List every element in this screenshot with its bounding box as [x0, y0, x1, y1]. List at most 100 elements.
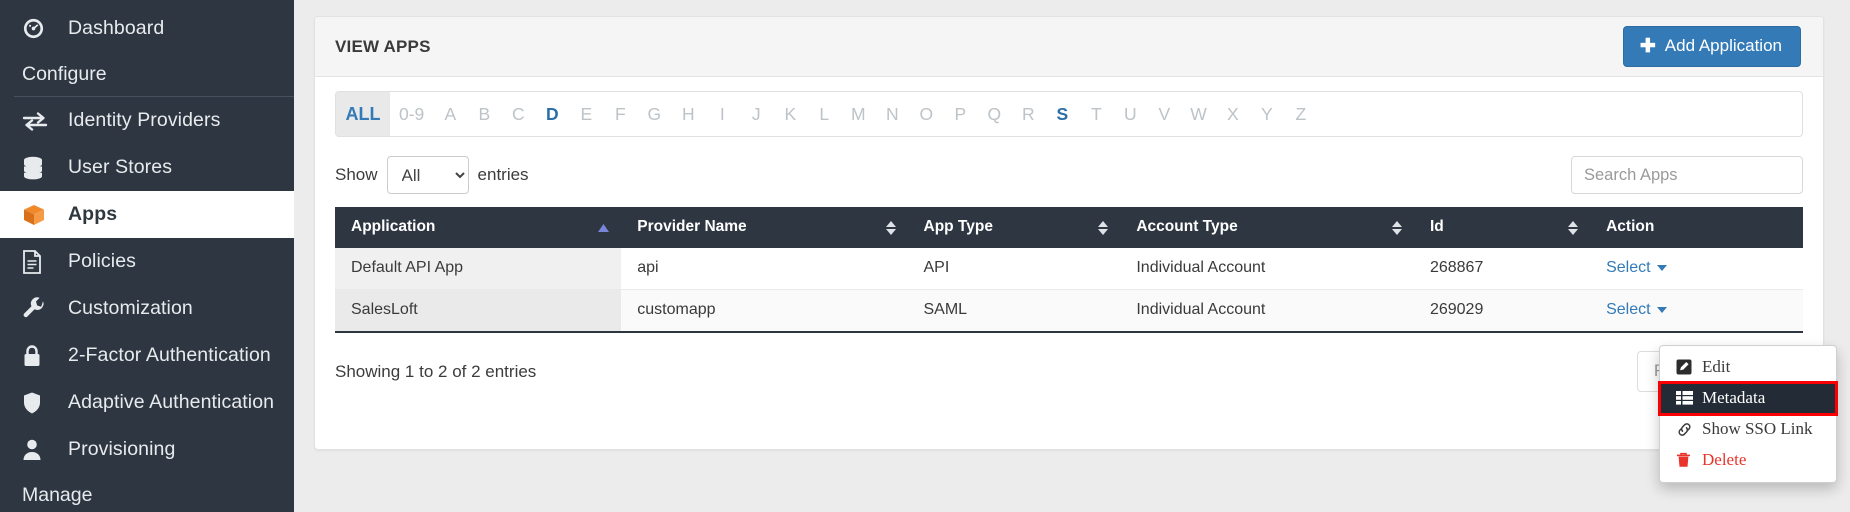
- alpha-filter-c[interactable]: C: [501, 92, 535, 136]
- alpha-filter-l[interactable]: L: [807, 92, 841, 136]
- page-size-select[interactable]: All: [386, 156, 469, 194]
- chevron-down-icon: [1656, 265, 1667, 271]
- alpha-filter-i[interactable]: I: [705, 92, 739, 136]
- dropdown-item-label: Edit: [1702, 357, 1731, 376]
- alpha-filter-o[interactable]: O: [909, 92, 943, 136]
- apps-table: Application Provider Name App Type Accou…: [335, 207, 1803, 333]
- document-icon: [22, 249, 56, 274]
- dropdown-item-delete[interactable]: Delete: [1660, 445, 1836, 476]
- row-select-dropdown-toggle[interactable]: Select: [1606, 301, 1667, 319]
- pencil-square-icon: [1676, 359, 1695, 375]
- user-icon: [22, 438, 56, 462]
- column-label: Account Type: [1136, 218, 1238, 235]
- table-controls: Show All entries: [335, 155, 1803, 195]
- entries-label: entries: [477, 165, 529, 184]
- sidebar-item-label: Identity Providers: [68, 109, 221, 131]
- alpha-filter-r[interactable]: R: [1011, 92, 1045, 136]
- sidebar-item-2-factor-authentication[interactable]: 2-Factor Authentication: [0, 332, 294, 379]
- alpha-filter-0-9[interactable]: 0-9: [390, 92, 433, 136]
- sort-both-icon: [1098, 220, 1109, 235]
- dropdown-item-label: Show SSO Link: [1702, 419, 1813, 438]
- sidebar-item-provisioning[interactable]: Provisioning: [0, 426, 294, 473]
- alpha-filter-p[interactable]: P: [943, 92, 977, 136]
- column-header-account-type[interactable]: Account Type: [1120, 207, 1414, 248]
- column-header-provider-name[interactable]: Provider Name: [621, 207, 908, 248]
- sidebar-section-manage: Manage: [0, 473, 294, 512]
- view-apps-card: VIEW APPS ✚ Add Application ALL 0-9 A B …: [314, 16, 1824, 450]
- card-header: VIEW APPS ✚ Add Application: [315, 17, 1823, 77]
- sidebar-item-identity-providers[interactable]: Identity Providers: [0, 97, 294, 144]
- entries-info: Showing 1 to 2 of 2 entries: [335, 361, 537, 381]
- link-icon: [1676, 422, 1695, 437]
- table-header-row: Application Provider Name App Type Accou…: [335, 207, 1803, 248]
- table-head: Application Provider Name App Type Accou…: [335, 207, 1803, 248]
- sidebar-item-user-stores[interactable]: User Stores: [0, 144, 294, 191]
- sidebar-section-label: Manage: [22, 483, 93, 506]
- add-application-label: Add Application: [1664, 36, 1782, 55]
- alpha-filter-all[interactable]: ALL: [336, 92, 390, 136]
- sort-ascending-icon: [598, 223, 610, 232]
- cell-id: 268867: [1413, 248, 1591, 290]
- cell-provider-name: customapp: [621, 289, 908, 333]
- alpha-filter-d[interactable]: D: [535, 92, 569, 136]
- table-row: SalesLoft customapp SAML Individual Acco…: [335, 289, 1803, 333]
- column-header-id[interactable]: Id: [1413, 207, 1591, 248]
- cell-action: Select: [1590, 289, 1803, 333]
- dropdown-item-show-sso-link[interactable]: Show SSO Link: [1660, 414, 1836, 445]
- column-header-app-type[interactable]: App Type: [907, 207, 1121, 248]
- cell-account-type: Individual Account: [1120, 289, 1414, 333]
- column-label: App Type: [923, 218, 993, 235]
- sidebar-section-configure: Configure: [0, 52, 294, 96]
- alpha-filter-k[interactable]: K: [773, 92, 807, 136]
- alpha-filter-v[interactable]: V: [1147, 92, 1181, 136]
- column-header-action: Action: [1590, 207, 1803, 248]
- sidebar-item-label: Adaptive Authentication: [68, 391, 275, 413]
- alpha-filter-n[interactable]: N: [875, 92, 909, 136]
- add-application-button[interactable]: ✚ Add Application: [1622, 26, 1801, 67]
- chevron-down-icon: [1656, 307, 1667, 313]
- sidebar-item-dashboard[interactable]: Dashboard: [0, 5, 294, 52]
- table-footer: Showing 1 to 2 of 2 entries First Previo…: [335, 351, 1803, 402]
- alpha-filter-a[interactable]: A: [433, 92, 467, 136]
- list-icon: [1676, 391, 1695, 405]
- alpha-filter-z[interactable]: Z: [1284, 92, 1318, 136]
- alpha-filter-b[interactable]: B: [467, 92, 501, 136]
- alpha-filter-h[interactable]: H: [671, 92, 705, 136]
- alpha-filter-x[interactable]: X: [1216, 92, 1250, 136]
- trash-icon: [1676, 452, 1695, 468]
- page-title: VIEW APPS: [335, 36, 431, 56]
- sidebar-item-policies[interactable]: Policies: [0, 238, 294, 285]
- alpha-filter-e[interactable]: E: [569, 92, 603, 136]
- row-select-dropdown-toggle[interactable]: Select: [1606, 259, 1667, 277]
- column-label: Action: [1606, 218, 1655, 235]
- sidebar-item-label: 2-Factor Authentication: [68, 344, 271, 366]
- cell-app-type: API: [907, 248, 1121, 290]
- sidebar-item-apps[interactable]: Apps: [0, 191, 294, 238]
- dropdown-item-edit[interactable]: Edit: [1660, 352, 1836, 383]
- search-input[interactable]: [1571, 156, 1803, 194]
- dropdown-item-metadata[interactable]: Metadata: [1658, 381, 1838, 416]
- alpha-filter-q[interactable]: Q: [977, 92, 1011, 136]
- alphabet-filter: ALL 0-9 A B C D E F G H I J K L M N O P …: [335, 91, 1803, 137]
- sidebar-item-adaptive-authentication[interactable]: Adaptive Authentication: [0, 379, 294, 426]
- cell-application: Default API App: [335, 248, 622, 290]
- database-icon: [22, 156, 56, 180]
- alpha-filter-g[interactable]: G: [637, 92, 671, 136]
- alpha-filter-y[interactable]: Y: [1250, 92, 1284, 136]
- alpha-filter-f[interactable]: F: [603, 92, 637, 136]
- alpha-filter-j[interactable]: J: [739, 92, 773, 136]
- gauge-icon: [22, 17, 56, 41]
- alpha-filter-s[interactable]: S: [1045, 92, 1079, 136]
- alpha-filter-w[interactable]: W: [1181, 92, 1216, 136]
- sidebar-item-customization[interactable]: Customization: [0, 285, 294, 332]
- alpha-filter-u[interactable]: U: [1113, 92, 1147, 136]
- card-body: ALL 0-9 A B C D E F G H I J K L M N O P …: [315, 77, 1823, 402]
- column-header-application[interactable]: Application: [335, 207, 622, 248]
- exchange-icon: [22, 109, 56, 133]
- table-body: Default API App api API Individual Accou…: [335, 248, 1803, 333]
- sidebar-item-label: User Stores: [68, 156, 173, 178]
- lock-icon: [22, 344, 56, 368]
- table-row: Default API App api API Individual Accou…: [335, 248, 1803, 290]
- alpha-filter-t[interactable]: T: [1079, 92, 1113, 136]
- alpha-filter-m[interactable]: M: [841, 92, 875, 136]
